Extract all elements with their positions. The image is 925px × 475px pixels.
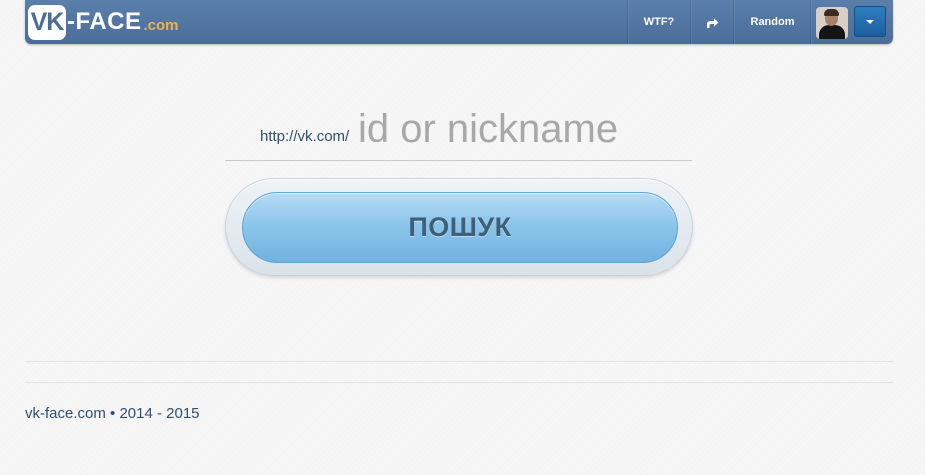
share-icon [706, 14, 719, 30]
user-dropdown-button[interactable] [854, 6, 886, 37]
nav-random-link[interactable]: Random [733, 0, 811, 44]
logo-com-text: .com [143, 17, 179, 34]
logo-face-text: -FACE [67, 8, 142, 35]
footer-divider-bottom [25, 382, 893, 383]
logo-vk-mark: VK [28, 4, 66, 40]
search-button[interactable]: ПОШУК [242, 192, 678, 263]
avatar-hair-shape [824, 9, 839, 16]
user-menu [810, 0, 894, 44]
search-button-label: ПОШУК [408, 212, 512, 242]
avatar-body-shape [819, 25, 845, 39]
nav-wtf-link[interactable]: WTF? [627, 0, 690, 44]
nickname-search-input[interactable] [358, 104, 688, 154]
caret-down-icon [866, 19, 874, 24]
site-logo[interactable]: VK -FACE .com [28, 4, 179, 40]
search-button-frame: ПОШУК [225, 178, 693, 276]
footer-copyright: vk-face.com • 2014 - 2015 [25, 405, 200, 422]
footer-divider-top [25, 361, 893, 362]
top-navbar: VK -FACE .com WTF? Random [25, 0, 893, 44]
avatar[interactable] [816, 7, 848, 39]
nav-share-button[interactable] [690, 0, 734, 44]
url-prefix-label: http://vk.com/ [260, 128, 350, 145]
input-underline [225, 160, 692, 161]
